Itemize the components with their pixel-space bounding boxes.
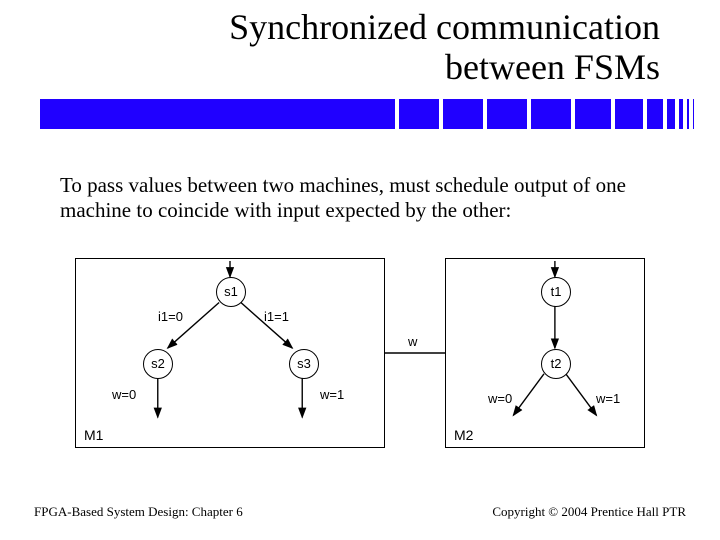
edge-label-i1-1: i1=1: [264, 309, 289, 324]
accent-square: [679, 99, 683, 129]
accent-square: [667, 99, 675, 129]
accent-square: [443, 99, 483, 129]
accent-square: [399, 99, 439, 129]
title-line-2: between FSMs: [0, 48, 660, 88]
accent-square: [615, 99, 643, 129]
machine-label-m1: M1: [84, 427, 103, 443]
accent-square: [531, 99, 571, 129]
machine-label-m2: M2: [454, 427, 473, 443]
state-s2: s2: [143, 349, 173, 379]
wire-label: w: [408, 334, 417, 349]
edge-label-i1-0: i1=0: [158, 309, 183, 324]
body-text: To pass values between two machines, mus…: [60, 173, 660, 223]
state-s3: s3: [289, 349, 319, 379]
edge-label-w0-m1: w=0: [112, 387, 136, 402]
footer-left: FPGA-Based System Design: Chapter 6: [34, 504, 243, 520]
footer: FPGA-Based System Design: Chapter 6 Copy…: [0, 504, 720, 520]
edge-label-w1-m2: w=1: [596, 391, 620, 406]
edge-label-w0-m2: w=0: [488, 391, 512, 406]
accent-square: [647, 99, 663, 129]
accent-bar-solid: [40, 99, 395, 129]
footer-right: Copyright © 2004 Prentice Hall PTR: [492, 504, 686, 520]
accent-bar: [40, 99, 660, 129]
fsm-box-m2: t1 t2 w=0 w=1 M2: [445, 258, 645, 448]
accent-square: [693, 99, 694, 129]
slide-title: Synchronized communication between FSMs: [0, 0, 720, 93]
fsm-diagram: s1 s2 s3 i1=0 i1=1 w=0 w=1 M1 w: [75, 258, 645, 448]
state-t1: t1: [541, 277, 571, 307]
fsm-box-m1: s1 s2 s3 i1=0 i1=1 w=0 w=1 M1: [75, 258, 385, 448]
title-line-1: Synchronized communication: [0, 8, 660, 48]
accent-square: [487, 99, 527, 129]
accent-bar-squares: [399, 99, 694, 129]
state-t2: t2: [541, 349, 571, 379]
edge-label-w1-m1: w=1: [320, 387, 344, 402]
accent-square: [687, 99, 689, 129]
state-s1: s1: [216, 277, 246, 307]
accent-square: [575, 99, 611, 129]
